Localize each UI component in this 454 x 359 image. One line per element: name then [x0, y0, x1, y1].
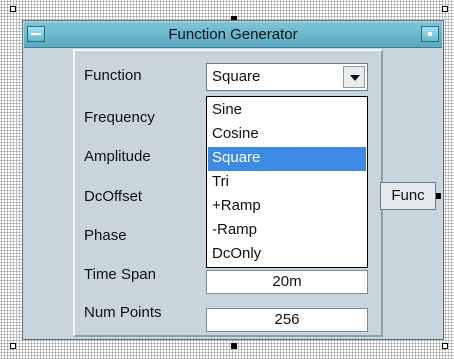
phase-label: Phase: [84, 227, 127, 244]
option-plus-ramp[interactable]: +Ramp: [208, 195, 366, 219]
title-bar[interactable]: Function Generator: [24, 22, 442, 48]
window-title: Function Generator: [168, 26, 298, 43]
resize-handle-bottom-right[interactable]: [442, 343, 448, 349]
function-dropdown-list: Sine Cosine Square Tri +Ramp -Ramp DcOnl…: [206, 96, 368, 268]
dropdown-arrow-icon[interactable]: [343, 66, 365, 88]
restore-icon: [428, 32, 432, 36]
resize-handle-bottom-middle[interactable]: [231, 343, 237, 349]
resize-handle-top-left[interactable]: [10, 6, 16, 12]
option-tri[interactable]: Tri: [208, 171, 366, 195]
resize-handle-top-right[interactable]: [442, 6, 448, 12]
frequency-label: Frequency: [84, 109, 155, 126]
function-label: Function: [84, 67, 142, 84]
timespan-field[interactable]: 20m: [206, 270, 368, 294]
option-sine[interactable]: Sine: [208, 99, 366, 123]
function-select[interactable]: Square: [206, 63, 368, 91]
option-square[interactable]: Square: [208, 147, 366, 171]
option-cosine[interactable]: Cosine: [208, 123, 366, 147]
resize-handle-bottom-left[interactable]: [10, 343, 16, 349]
func-output-pin[interactable]: Func: [380, 182, 441, 210]
numpoints-label: Num Points: [84, 304, 162, 321]
option-minus-ramp[interactable]: -Ramp: [208, 219, 366, 243]
timespan-label: Time Span: [84, 266, 156, 283]
function-selected-value: Square: [212, 68, 261, 85]
dcoffset-label: DcOffset: [84, 188, 143, 205]
numpoints-field[interactable]: 256: [206, 308, 368, 332]
option-dconly[interactable]: DcOnly: [208, 243, 366, 267]
restore-button[interactable]: [421, 26, 439, 42]
amplitude-label: Amplitude: [84, 148, 151, 165]
